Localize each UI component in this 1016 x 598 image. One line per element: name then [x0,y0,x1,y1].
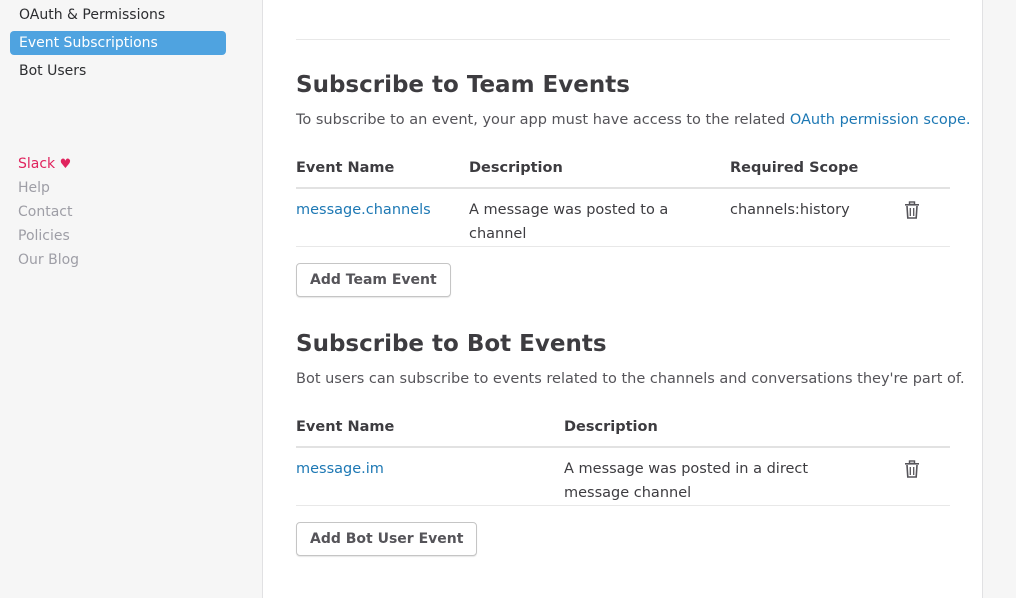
footer-link-blog[interactable]: Our Blog [18,248,79,272]
footer-slack-label: Slack [18,156,56,172]
sidebar-item-bot-users[interactable]: Bot Users [10,59,226,83]
trash-icon[interactable] [904,460,920,478]
bot-event-description: A message was posted in a direct [564,461,809,477]
sidebar-item-event-subscriptions[interactable]: Event Subscriptions [10,31,226,55]
team-event-description: A message was posted to a [469,202,669,218]
trash-icon[interactable] [904,201,920,219]
divider [296,39,950,40]
table-header-divider [296,446,950,448]
heart-icon: ♥ [59,157,72,172]
table-row-divider [296,505,950,506]
add-bot-user-event-button[interactable]: Add Bot User Event [296,522,478,556]
table-header-divider [296,187,950,189]
footer-link-help[interactable]: Help [18,176,50,200]
table-row-divider [296,246,950,247]
sidebar-item-oauth-permissions[interactable]: OAuth & Permissions [10,3,226,27]
footer-link-policies[interactable]: Policies [18,224,70,248]
team-event-scope: channels:history [730,202,850,218]
team-col-event-name: Event Name [296,160,395,176]
bot-col-event-name: Event Name [296,419,395,435]
bot-events-heading: Subscribe to Bot Events [296,331,607,357]
team-events-heading: Subscribe to Team Events [296,72,630,98]
footer-link-contact[interactable]: Contact [18,200,72,224]
main-content: Subscribe to Team Events To subscribe to… [262,0,983,598]
bot-events-description: Bot users can subscribe to events relate… [296,371,965,387]
oauth-permission-scope-link[interactable]: OAuth permission scope. [790,112,971,128]
team-event-name-link[interactable]: message.channels [296,198,431,222]
team-events-description-text: To subscribe to an event, your app must … [296,112,786,128]
bot-event-description-cont: message channel [564,485,692,501]
team-col-description: Description [469,160,563,176]
team-col-required-scope: Required Scope [730,160,859,176]
add-team-event-button[interactable]: Add Team Event [296,263,451,297]
team-event-description-cont: channel [469,226,527,242]
bot-col-description: Description [564,419,658,435]
sidebar: OAuth & Permissions Event Subscriptions … [0,0,262,598]
footer-link-slack[interactable]: Slack ♥ [18,152,71,177]
bot-event-name-link[interactable]: message.im [296,457,384,481]
team-events-description: To subscribe to an event, your app must … [296,109,971,131]
